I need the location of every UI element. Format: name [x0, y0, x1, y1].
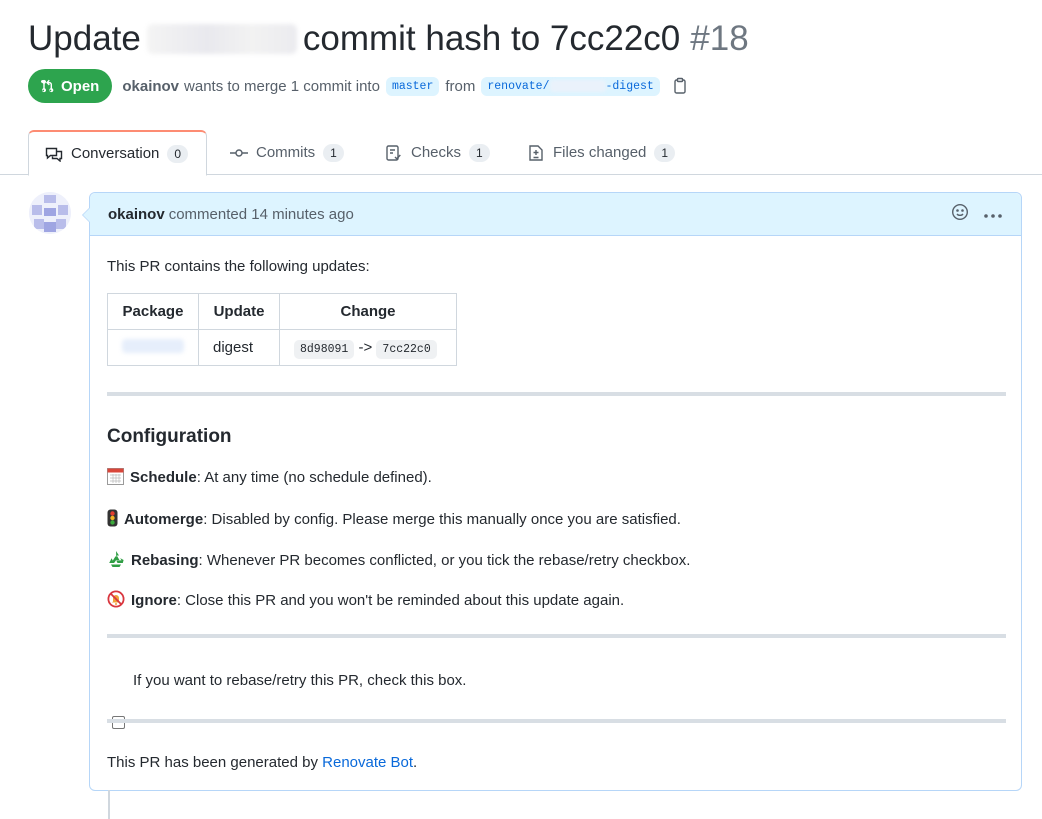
schedule-label: Schedule [130, 469, 197, 486]
tab-conversation-count: 0 [167, 144, 189, 163]
schedule-text: : At any time (no schedule defined). [196, 469, 432, 486]
smiley-icon[interactable] [951, 203, 969, 225]
tab-commits-count: 1 [323, 143, 344, 162]
config-item-rebasing: Rebasing: Whenever PR becomes conflicted… [107, 550, 690, 572]
pr-title-start: Update [28, 19, 141, 58]
config-item-automerge: Automerge: Disabled by config. Please me… [107, 509, 681, 531]
footer-text: This PR has been generated by Renovate B… [107, 754, 417, 771]
tab-checks-label: Checks [411, 144, 462, 161]
change-arrow: -> [358, 339, 373, 356]
tab-files-changed[interactable]: Files changed 1 [527, 130, 676, 175]
calendar-icon [107, 468, 124, 489]
comment-timestamp[interactable]: commented 14 minutes ago [169, 206, 354, 223]
merge-text: wants to merge 1 commit into [184, 77, 380, 95]
automerge-label: Automerge [124, 511, 204, 528]
update-cell: digest [198, 329, 280, 366]
redacted-branch-name [549, 80, 606, 92]
pr-meta: Open okainov wants to merge 1 commit int… [28, 68, 688, 104]
comment-discussion-icon [45, 147, 63, 162]
from-hash: 8d98091 [294, 340, 355, 359]
footer-end: . [413, 754, 418, 771]
pr-title-row: Update commit hash to 7cc22c0 #18 [28, 14, 749, 64]
comment-box: okainov commented 14 minutes ago This PR… [82, 192, 1022, 791]
redacted-package-name [146, 24, 297, 54]
comment-header: okainov commented 14 minutes ago [90, 193, 1021, 236]
no-bell-icon [107, 590, 125, 612]
pr-tabs: Conversation 0 Commits 1 Checks 1 Files … [0, 130, 1042, 176]
intro-text: This PR contains the following updates: [107, 258, 370, 275]
tab-commits[interactable]: Commits 1 [230, 130, 344, 175]
tab-files-changed-count: 1 [654, 143, 676, 162]
renovate-bot-link[interactable]: Renovate Bot [322, 754, 413, 771]
config-item-ignore: Ignore: Close this PR and you won't be r… [107, 590, 624, 612]
automerge-text: : Disabled by config. Please merge this … [203, 511, 681, 528]
file-diff-icon [529, 144, 543, 161]
tab-conversation-label: Conversation [71, 145, 160, 162]
head-branch[interactable]: renovate/ -digest [481, 76, 660, 96]
column-header-change: Change [279, 293, 457, 330]
base-branch[interactable]: master [385, 76, 440, 96]
kebab-menu-icon[interactable] [983, 206, 1003, 223]
divider [107, 719, 1006, 723]
head-branch-suffix: -digest [605, 79, 654, 93]
traffic-light-icon [107, 509, 118, 531]
column-header-update: Update [198, 293, 280, 330]
copy-icon[interactable] [672, 77, 688, 95]
tab-checks[interactable]: Checks 1 [385, 130, 490, 175]
checklist-icon [386, 144, 401, 161]
column-header-package: Package [107, 293, 199, 330]
rebasing-label: Rebasing [131, 552, 199, 569]
rebasing-text: : Whenever PR becomes conflicted, or you… [198, 552, 691, 569]
ignore-text: : Close this PR and you won't be reminde… [176, 592, 625, 609]
divider [107, 392, 1006, 396]
change-cell: 8d98091 -> 7cc22c0 [279, 329, 457, 366]
pr-number: #18 [690, 19, 749, 58]
table-header-row: Package Update Change [107, 293, 457, 330]
git-commit-icon [230, 148, 248, 157]
tab-commits-label: Commits [256, 144, 316, 161]
tab-conversation[interactable]: Conversation 0 [28, 130, 208, 176]
divider [107, 634, 1006, 638]
footer-prefix: This PR has been generated by [107, 754, 318, 771]
tab-files-changed-label: Files changed [553, 144, 647, 161]
avatar[interactable] [29, 192, 71, 234]
configuration-heading: Configuration [107, 426, 232, 447]
head-branch-prefix: renovate/ [487, 79, 550, 93]
redacted-package-link[interactable] [122, 338, 184, 353]
package-cell [107, 329, 199, 366]
updates-table: Package Update Change digest 8d98091 -> … [107, 293, 457, 366]
rebase-checkbox-label: If you want to rebase/retry this PR, che… [133, 672, 467, 689]
pr-author-link[interactable]: okainov [122, 78, 179, 95]
config-item-schedule: Schedule: At any time (no schedule defin… [107, 468, 432, 489]
status-badge: Open [28, 69, 113, 103]
from-text: from [445, 77, 476, 95]
pr-title-end: commit hash to 7cc22c0 [302, 19, 681, 58]
table-row: digest 8d98091 -> 7cc22c0 [107, 329, 457, 366]
ignore-label: Ignore [131, 592, 177, 609]
to-hash: 7cc22c0 [376, 340, 437, 359]
status-badge-label: Open [61, 77, 100, 95]
pr-title: Update commit hash to 7cc22c0 #18 [28, 19, 749, 59]
comment-actions [951, 203, 1003, 225]
recycle-icon [107, 550, 125, 572]
git-pull-request-icon [41, 79, 54, 93]
timeline-line [108, 790, 110, 819]
tab-checks-count: 1 [469, 143, 490, 162]
comment-author-link[interactable]: okainov [108, 206, 165, 223]
